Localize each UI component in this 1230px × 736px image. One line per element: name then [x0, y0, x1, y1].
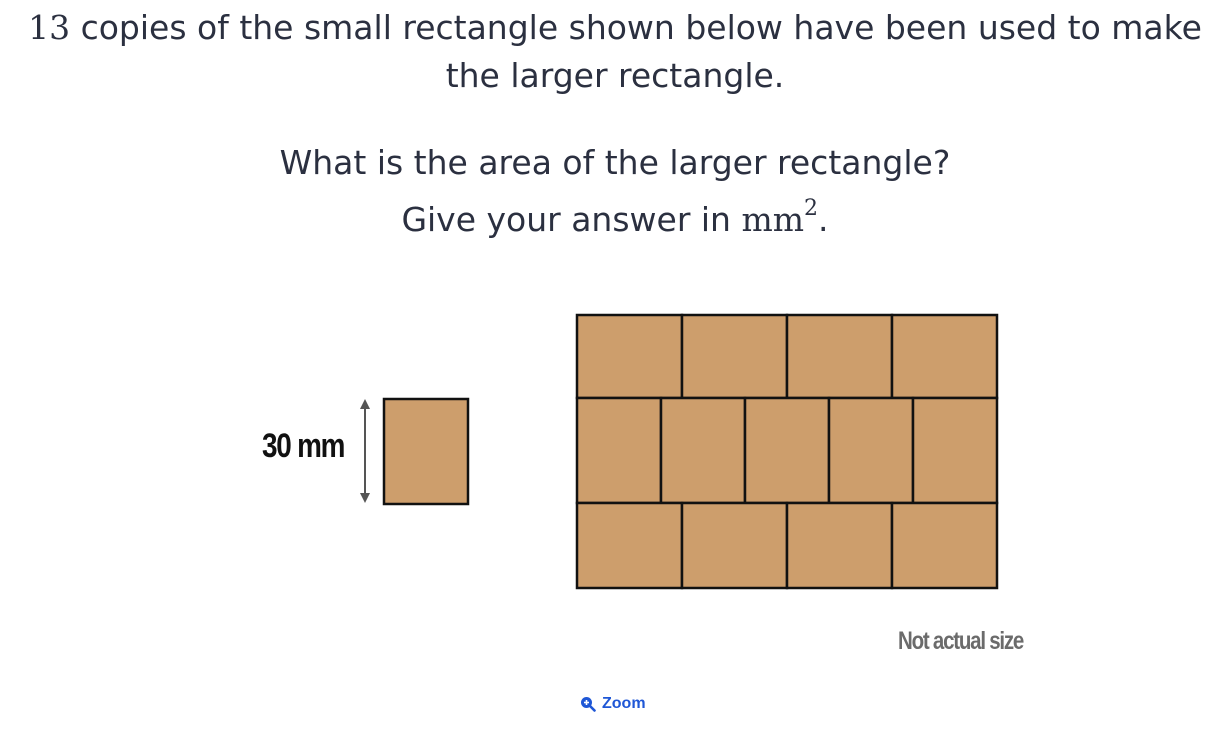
figure: 30 mm Not actual size [0, 0, 1230, 736]
small-rectangle [382, 397, 470, 506]
not-actual-size-note: Not actual size [898, 627, 1024, 655]
tile-row-2-1 [575, 396, 663, 505]
figure-diagram [360, 313, 999, 590]
unit-text: mm [741, 200, 805, 239]
zoom-button[interactable]: Zoom [580, 695, 646, 713]
arrow-up-icon [360, 399, 370, 409]
arrow-down-icon [360, 493, 370, 503]
tile-row-2-5 [911, 396, 999, 505]
question-prompt: What is the area of the larger rectangle… [0, 138, 1230, 245]
unit-power: 2 [804, 196, 819, 221]
large-rectangle [575, 313, 999, 590]
unit-math: mm2 [741, 196, 818, 239]
tile-row-3-3 [785, 501, 894, 590]
small-rectangle-label: 30 mm [262, 427, 345, 465]
zoom-label: Zoom [602, 695, 646, 712]
tile-row-1-4 [890, 313, 999, 400]
prompt-line-2-suffix: . [818, 200, 829, 239]
tile-row-1-3 [785, 313, 894, 400]
tile-row-1-2 [680, 313, 789, 400]
tile-row-2-2 [659, 396, 747, 505]
tile-row-3-2 [680, 501, 789, 590]
small-rectangle-group [360, 397, 470, 506]
tile-row-2-4 [827, 396, 915, 505]
tile-row-3-4 [890, 501, 999, 590]
tile-row-3-1 [575, 501, 684, 590]
prompt-line-2-text: Give your answer in [401, 200, 742, 239]
prompt-line-2: Give your answer in mm2. [0, 188, 1230, 245]
tile-row-1-1 [575, 313, 684, 400]
prompt-line-1: What is the area of the larger rectangle… [279, 143, 951, 182]
question-count: 13 [28, 8, 71, 47]
zoom-in-icon [581, 697, 596, 712]
question-body: copies of the small rectangle shown belo… [70, 8, 1202, 95]
question-text: 13 copies of the small rectangle shown b… [0, 4, 1230, 100]
tile-row-2-3 [743, 396, 831, 505]
